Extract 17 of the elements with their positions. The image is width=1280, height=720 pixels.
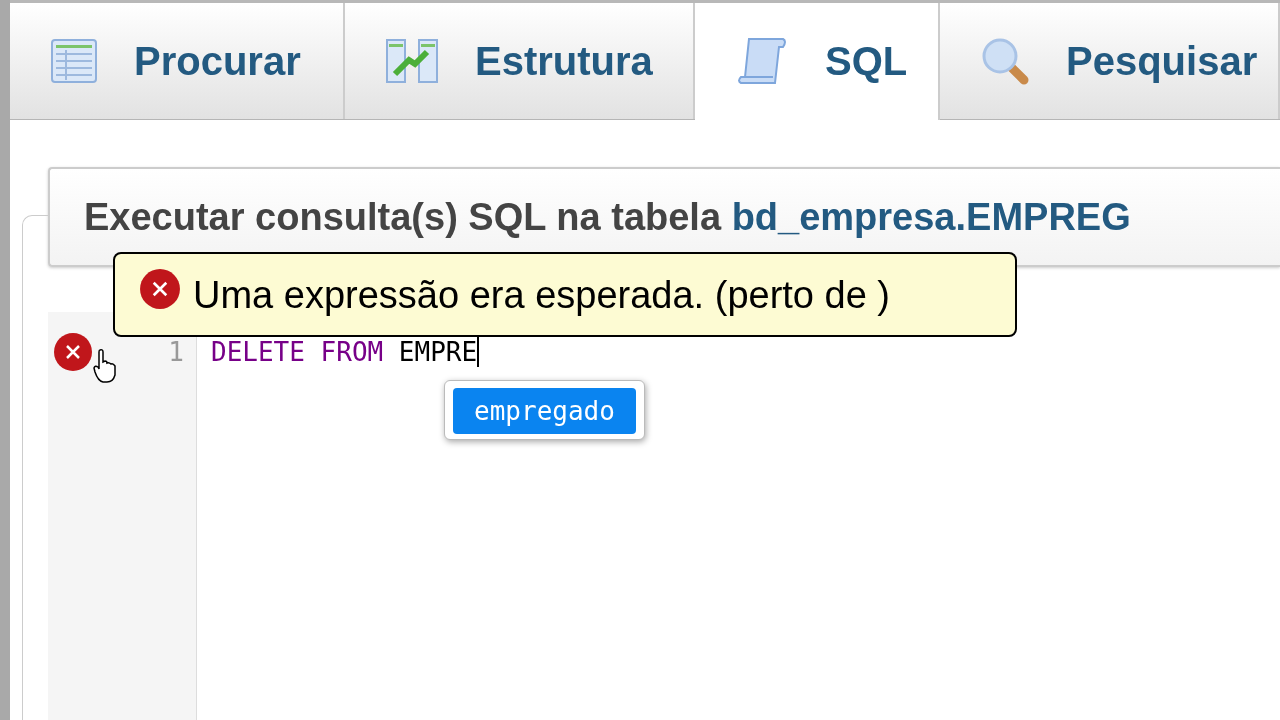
table-icon [50,38,98,84]
error-message: Uma expressão era esperada. (perto de ) [193,274,891,317]
query-title: Executar consulta(s) SQL na tabela bd_empresa.EMPREG [84,195,1131,239]
tab[interactable]: Pesquisar [940,3,1280,119]
sql-keyword: FROM [320,337,384,367]
structure-icon [385,36,439,86]
autocomplete-option[interactable]: empregado [453,388,636,434]
sql-keyword: DELETE [211,337,305,367]
error-marker-icon [53,332,93,372]
error-icon [139,268,181,310]
pointer-cursor-icon [92,348,118,384]
search-icon [980,36,1030,86]
tab[interactable]: Procurar [10,3,345,119]
line-number: 1 [168,337,184,367]
table-link[interactable]: bd_empresa.EMPREG [731,195,1131,238]
tab[interactable]: SQL [695,3,940,120]
tab[interactable]: Estrutura [345,3,695,119]
